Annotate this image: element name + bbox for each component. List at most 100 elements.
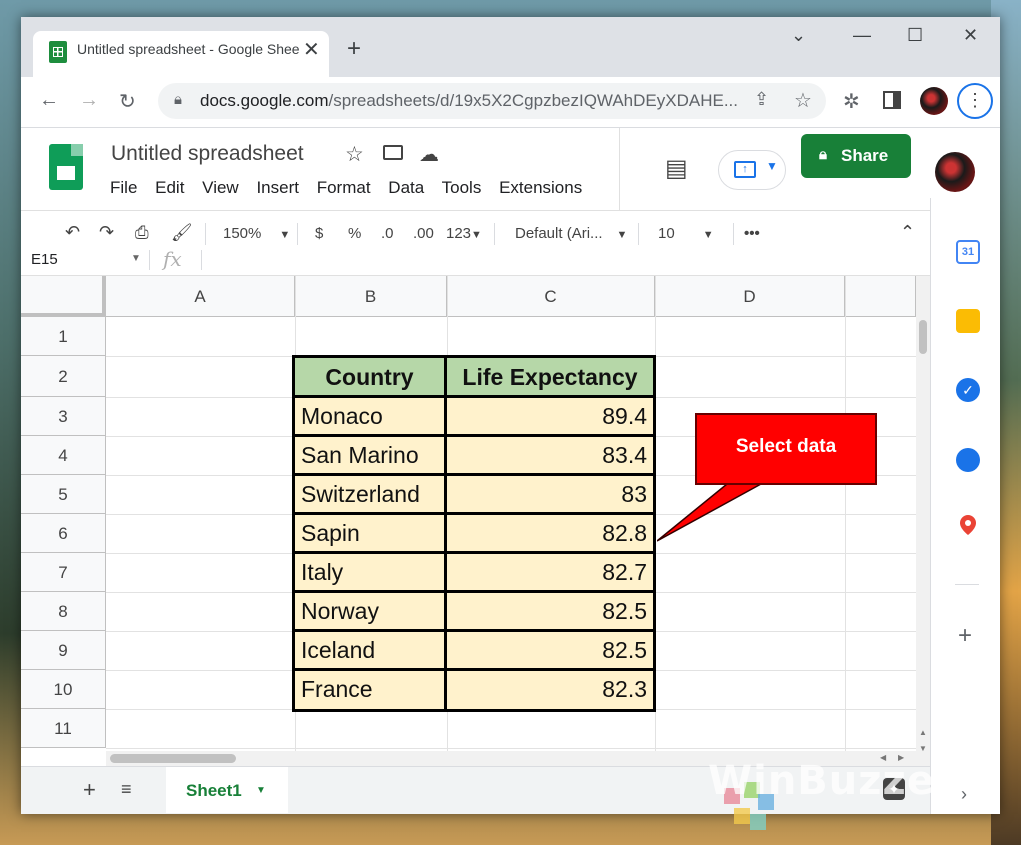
table-header-country[interactable]: Country <box>295 358 447 398</box>
calendar-icon[interactable]: 31 <box>956 240 980 264</box>
table-cell-country[interactable]: Sapin <box>295 515 447 554</box>
table-cell-country[interactable]: San Marino <box>295 437 447 476</box>
table-header-life-expectancy[interactable]: Life Expectancy <box>447 358 653 398</box>
column-header-c[interactable]: C <box>447 276 655 317</box>
table-cell-country[interactable]: Norway <box>295 593 447 632</box>
table-cell-country[interactable]: Switzerland <box>295 476 447 515</box>
tab-close-icon[interactable]: ✕ <box>303 37 320 62</box>
extensions-icon[interactable]: ✲ <box>843 89 860 114</box>
expand-panel-icon[interactable]: › <box>961 784 967 805</box>
share-page-icon[interactable]: ⇪ <box>754 89 769 110</box>
zoom-select[interactable]: 150% ▼ <box>223 225 290 242</box>
font-size-select[interactable]: 10 ▼ <box>658 225 714 242</box>
row-header-1[interactable]: 1 <box>21 317 106 356</box>
row-header-2[interactable]: 2 <box>21 356 106 397</box>
menu-tools[interactable]: Tools <box>442 178 482 197</box>
currency-button[interactable]: $ <box>315 225 323 242</box>
share-button[interactable]: 🔒︎ Share <box>801 134 911 178</box>
table-cell-value[interactable]: 83.4 <box>447 437 653 476</box>
browser-tab[interactable]: Untitled spreadsheet - Google Sheets ✕ <box>33 31 329 77</box>
collapse-toolbar-icon[interactable]: ⌃ <box>900 222 915 243</box>
table-cell-value[interactable]: 82.7 <box>447 554 653 593</box>
side-panel-icon[interactable] <box>883 91 901 109</box>
all-sheets-icon[interactable]: ≡ <box>121 779 132 800</box>
chrome-menu-icon[interactable]: ⋮ <box>957 83 993 119</box>
row-header-9[interactable]: 9 <box>21 631 106 670</box>
table-cell-country[interactable]: Iceland <box>295 632 447 671</box>
row-header-3[interactable]: 3 <box>21 397 106 436</box>
contacts-icon[interactable] <box>956 448 980 472</box>
print-icon[interactable]: ⎙ <box>135 223 149 243</box>
add-addon-icon[interactable]: + <box>958 622 972 650</box>
present-dropdown-icon[interactable]: ▼ <box>766 159 778 173</box>
table-cell-value[interactable]: 82.3 <box>447 671 653 709</box>
bookmark-star-icon[interactable]: ☆ <box>794 88 812 113</box>
minimize-icon[interactable]: — <box>853 25 871 46</box>
decrease-decimal-button[interactable]: .0 <box>381 225 394 242</box>
row-header-5[interactable]: 5 <box>21 475 106 514</box>
forward-icon[interactable]: → <box>79 89 99 112</box>
row-header-11[interactable]: 11 <box>21 709 106 748</box>
data-table[interactable]: Country Life Expectancy Monaco 89.4 San … <box>292 355 656 712</box>
font-select[interactable]: Default (Ari... ▼ <box>515 225 627 242</box>
new-tab-button[interactable]: + <box>347 35 361 63</box>
close-window-icon[interactable]: ✕ <box>963 25 978 46</box>
menu-extensions[interactable]: Extensions <box>499 178 582 197</box>
scroll-down-icon[interactable]: ▼ <box>919 744 927 753</box>
omnibox[interactable]: 🔒︎ docs.google.com/spreadsheets/d/19x5X2… <box>158 83 826 119</box>
comments-icon[interactable]: ▤ <box>665 154 688 183</box>
row-header-8[interactable]: 8 <box>21 592 106 631</box>
column-header-b[interactable]: B <box>295 276 447 317</box>
menu-file[interactable]: File <box>110 178 137 197</box>
row-header-6[interactable]: 6 <box>21 514 106 553</box>
menu-insert[interactable]: Insert <box>256 178 299 197</box>
table-cell-value[interactable]: 82.8 <box>447 515 653 554</box>
formula-input[interactable] <box>207 247 907 273</box>
column-header-d[interactable]: D <box>655 276 845 317</box>
tasks-icon[interactable]: ✓ <box>956 378 980 402</box>
select-all-corner[interactable] <box>21 276 106 317</box>
sheet-tab-sheet1[interactable]: Sheet1 ▼ <box>166 767 288 813</box>
row-header-7[interactable]: 7 <box>21 553 106 592</box>
maps-icon[interactable] <box>959 514 977 536</box>
table-cell-value[interactable]: 82.5 <box>447 632 653 671</box>
row-header-10[interactable]: 10 <box>21 670 106 709</box>
add-sheet-button[interactable]: + <box>83 777 96 803</box>
tab-search-icon[interactable]: ⌄ <box>791 25 806 46</box>
reload-icon[interactable]: ↻ <box>119 89 136 114</box>
star-icon[interactable]: ☆ <box>345 142 364 167</box>
paint-format-icon[interactable]: 🖌︎ <box>171 223 193 243</box>
undo-icon[interactable]: ↶ <box>65 222 80 243</box>
profile-avatar[interactable] <box>920 87 948 115</box>
vertical-scroll-thumb[interactable] <box>919 320 927 354</box>
menu-edit[interactable]: Edit <box>155 178 184 197</box>
table-cell-country[interactable]: Italy <box>295 554 447 593</box>
name-box[interactable]: E15 <box>31 251 58 268</box>
column-header-e[interactable] <box>845 276 916 317</box>
table-cell-country[interactable]: France <box>295 671 447 709</box>
scroll-up-icon[interactable]: ▲ <box>919 728 927 737</box>
table-cell-value[interactable]: 89.4 <box>447 398 653 437</box>
row-header-4[interactable]: 4 <box>21 436 106 475</box>
more-options-icon[interactable]: ••• <box>744 225 760 242</box>
sheet-tab-dropdown-icon[interactable]: ▼ <box>256 785 266 796</box>
vertical-scrollbar[interactable]: ▲ ▼ <box>916 276 930 766</box>
account-avatar[interactable] <box>935 152 975 192</box>
document-title[interactable]: Untitled spreadsheet <box>111 142 304 166</box>
menu-data[interactable]: Data <box>388 178 424 197</box>
table-cell-value[interactable]: 82.5 <box>447 593 653 632</box>
back-icon[interactable]: ← <box>39 89 59 112</box>
menu-format[interactable]: Format <box>317 178 371 197</box>
percent-button[interactable]: % <box>348 225 361 242</box>
keep-icon[interactable] <box>956 309 980 333</box>
horizontal-scroll-thumb[interactable] <box>110 754 236 763</box>
move-folder-icon[interactable] <box>383 145 403 160</box>
more-formats-button[interactable]: 123▼ <box>446 225 482 242</box>
increase-decimal-button[interactable]: .00 <box>413 225 434 242</box>
present-button[interactable]: ↑ ▼ <box>718 150 786 190</box>
table-cell-country[interactable]: Monaco <box>295 398 447 437</box>
name-box-dropdown-icon[interactable]: ▼ <box>131 253 141 264</box>
table-cell-value[interactable]: 83 <box>447 476 653 515</box>
menu-view[interactable]: View <box>202 178 239 197</box>
sheets-logo-icon[interactable] <box>49 144 83 190</box>
